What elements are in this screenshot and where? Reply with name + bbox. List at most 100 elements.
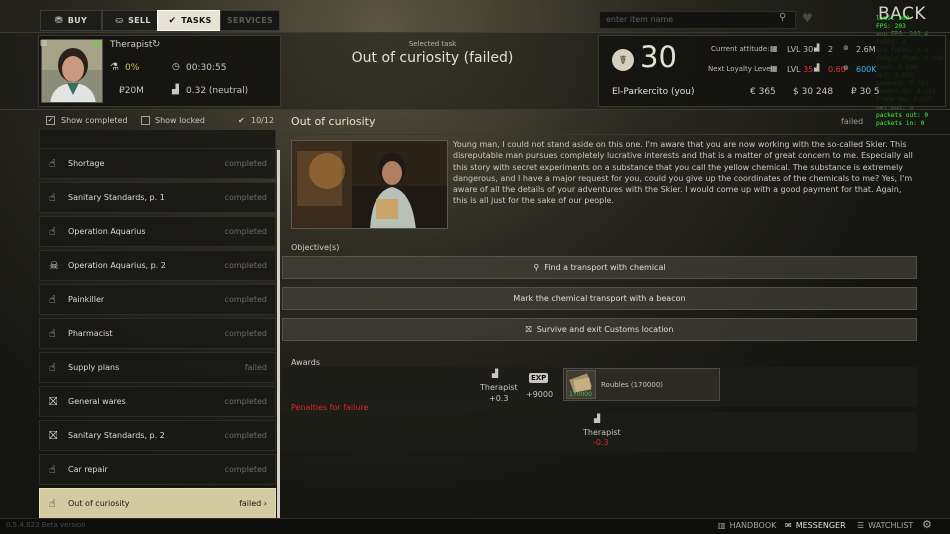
next-level: LVL 35 — [787, 65, 814, 74]
quest-image — [291, 140, 448, 229]
task-item-car-repair[interactable]: ☝ Car repair completed — [39, 454, 276, 485]
show-locked-checkbox[interactable] — [141, 116, 150, 125]
hand-icon: ☝ — [49, 225, 56, 238]
tab-services-label: SERVICES — [226, 16, 274, 25]
refresh-icon[interactable]: ↻ — [152, 39, 160, 50]
heart-icon[interactable]: ♥ — [802, 11, 813, 25]
task-item-aquarius-2[interactable]: ☠ Operation Aquarius, p. 2 completed — [39, 250, 276, 281]
next-rep-icon: ▟ — [814, 64, 820, 72]
next-loyalty-label: Next Loyalty Level: — [708, 65, 775, 73]
tab-sell[interactable]: ⛀ SELL — [102, 10, 164, 31]
selected-task-caption: Selected task — [408, 40, 457, 48]
grid-icon[interactable]: ▦ — [40, 38, 48, 47]
task-list-scrollbar[interactable] — [277, 150, 280, 522]
messenger-button[interactable]: ✉ MESSENGER — [785, 521, 846, 530]
objective-text: Find a transport with chemical — [544, 263, 666, 272]
show-locked-label[interactable]: Show locked — [155, 116, 205, 125]
next-level-icon: ▦ — [770, 64, 778, 73]
restock-timer: 00:30:55 — [186, 63, 227, 73]
task-name: Operation Aquarius — [68, 227, 146, 236]
task-item-sanitary-1[interactable]: ☝ Sanitary Standards, p. 1 completed — [39, 182, 276, 213]
exit-icon: ⛝ — [49, 395, 58, 408]
task-item-painkiller[interactable]: ☝ Painkiller completed — [39, 284, 276, 315]
tab-services[interactable]: SERVICES — [220, 10, 280, 31]
task-item-aquarius[interactable]: ☝ Operation Aquarius completed — [39, 216, 276, 247]
task-item-out-of-curiosity[interactable]: ☝ Out of curiosity failed › — [39, 488, 276, 519]
balance-dollar: $ 30 248 — [793, 87, 834, 97]
standing-icon: ▟ — [172, 85, 179, 95]
task-status: completed — [224, 227, 267, 236]
sell-icon: ⛀ — [115, 15, 124, 26]
task-status: completed — [224, 295, 267, 304]
task-name: Car repair — [68, 465, 108, 474]
task-title: Out of curiosity — [291, 115, 376, 128]
task-count: 10/12 — [251, 116, 275, 125]
balance-euro: € 365 — [750, 87, 776, 97]
player-name: El-Parkercito (you) — [612, 87, 695, 97]
show-completed-label[interactable]: Show completed — [61, 116, 128, 125]
task-item-shortage[interactable]: ☝ Shortage completed — [39, 148, 276, 179]
reputation-icon: ▟ — [594, 414, 601, 423]
trader-discount: 0% — [125, 63, 140, 73]
exit-icon: ⛝ — [49, 429, 58, 442]
tab-buy[interactable]: ⛃ BUY — [40, 10, 102, 31]
objectives-label: Objective(s) — [291, 243, 340, 252]
show-completed-checkbox[interactable]: ✓ — [46, 116, 55, 125]
money-icon: ⊚ — [843, 44, 849, 52]
task-name: Supply plans — [68, 363, 120, 372]
handbook-button[interactable]: ▥ HANDBOOK — [718, 521, 776, 530]
awards-label: Awards — [291, 358, 320, 367]
current-money: 2.6M — [856, 45, 876, 54]
trader-portrait[interactable] — [41, 39, 103, 103]
award-exp: +9000 — [526, 390, 554, 399]
task-item-general-wares[interactable]: ⛝ General wares completed — [39, 386, 276, 417]
penalties-label: Penalties for failure — [291, 403, 369, 412]
list-icon: ☰ — [857, 521, 865, 530]
messenger-label: MESSENGER — [795, 521, 846, 530]
level-icon: ▦ — [770, 44, 778, 53]
watchlist-label: WATCHLIST — [868, 521, 914, 530]
task-status: failed — [244, 363, 267, 372]
exp-icon: EXP — [529, 373, 549, 383]
hand-icon: ☝ — [49, 497, 56, 510]
online-status-icon — [94, 41, 99, 46]
player-level: 30 — [640, 40, 677, 74]
chat-icon: ✉ — [785, 521, 792, 530]
task-status: completed — [224, 261, 267, 270]
exit-icon: ⛝ — [525, 324, 532, 334]
hand-icon: ☝ — [49, 191, 56, 204]
trader-money: ₽20M — [119, 86, 144, 96]
penalty-trader: Therapist — [583, 428, 621, 437]
task-filter-bar: ✓ Show completed Show locked ✔ 10/12 — [38, 111, 280, 130]
trader-standing: 0.32 (neutral) — [186, 86, 249, 96]
task-item-supply-plans[interactable]: ☝ Supply plans failed — [39, 352, 276, 383]
task-item-sanitary-2[interactable]: ⛝ Sanitary Standards, p. 2 completed — [39, 420, 276, 451]
task-name: Out of curiosity — [68, 499, 130, 508]
reputation-icon: ▟ — [492, 369, 499, 378]
search-icon: ⚲ — [533, 263, 540, 272]
hand-icon: ☝ — [49, 293, 56, 306]
task-description: Young man, I could not stand aside on th… — [453, 140, 913, 206]
buy-icon: ⛃ — [54, 15, 63, 26]
task-name: Shortage — [68, 159, 105, 168]
tab-tasks[interactable]: ✔ TASKS — [157, 10, 223, 31]
gear-icon[interactable]: ⚙ — [922, 518, 932, 531]
version-label: 0.5.4.823 Beta version — [6, 521, 86, 529]
award-item-count: 170000 — [569, 391, 592, 398]
task-status: completed — [224, 329, 267, 338]
rep-icon: ▟ — [814, 44, 820, 52]
search-icon[interactable]: ⚲ — [779, 12, 786, 23]
objective-text: Mark the chemical transport with a beaco… — [513, 294, 686, 303]
task-list[interactable]: ☝ Shortage completed ☝ Sanitary Standard… — [38, 130, 280, 520]
task-item-pharmacist[interactable]: ☝ Pharmacist completed — [39, 318, 276, 349]
award-trader: Therapist — [480, 383, 518, 392]
task-name: Sanitary Standards, p. 1 — [68, 193, 165, 202]
watchlist-button[interactable]: ☰ WATCHLIST — [857, 521, 913, 530]
task-status: failed › — [239, 499, 267, 508]
search-input[interactable]: enter item name — [599, 11, 796, 29]
task-status: completed — [224, 159, 267, 168]
balance-rouble: ₽ 30 5 — [851, 87, 880, 97]
task-status: completed — [224, 431, 267, 440]
award-item-name: Roubles (170000) — [601, 381, 664, 389]
trader-name: Therapist — [110, 40, 153, 50]
